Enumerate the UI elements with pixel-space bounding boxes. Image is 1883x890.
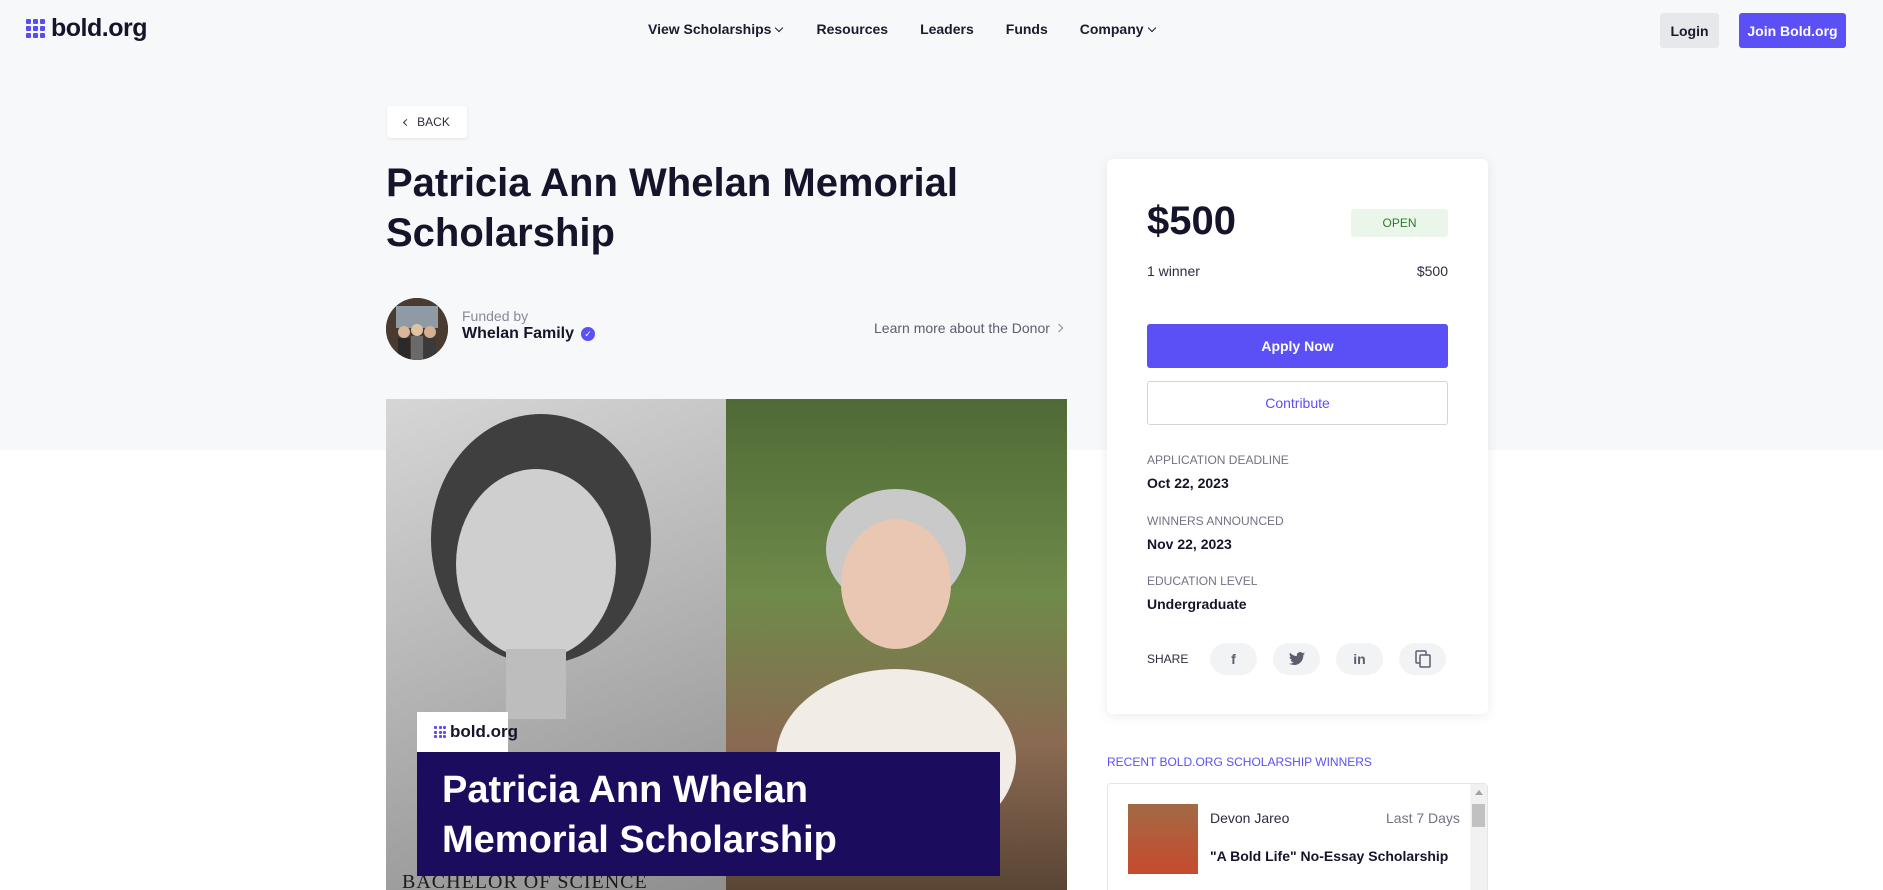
nav-label: Company (1079, 21, 1144, 37)
linkedin-icon[interactable]: in (1336, 643, 1383, 675)
award-amount: $500 (1147, 199, 1236, 243)
hero-logo-tag: bold.org (417, 712, 518, 752)
donor-link[interactable]: Learn more about the Donor (874, 320, 1064, 336)
chevron-down-icon (1147, 23, 1156, 32)
nav-label: Resources (816, 21, 889, 37)
winners-amount: $500 (1416, 263, 1448, 279)
back-label: BACK (417, 115, 450, 129)
winner-scholarship[interactable]: "A Bold Life" No-Essay Scholarship (1210, 848, 1448, 864)
hero-banner-line1: Patricia Ann Whelan (442, 769, 808, 811)
winners-count: 1 winner (1147, 263, 1200, 279)
donor-link-text: Learn more about the Donor (874, 320, 1050, 336)
nav-company[interactable]: Company (1079, 21, 1156, 37)
winner-name[interactable]: Devon Jareo (1210, 810, 1289, 826)
share-row: SHARE f in (1147, 643, 1462, 675)
winner-avatar (1128, 804, 1198, 874)
main-nav: View Scholarships Resources Leaders Fund… (648, 21, 1156, 37)
winner-time: Last 7 Days (1386, 810, 1460, 826)
scroll-thumb[interactable] (1472, 804, 1485, 827)
nav-resources[interactable]: Resources (816, 21, 888, 37)
funder-name[interactable]: Whelan Family ✓ (462, 325, 596, 343)
nav-leaders[interactable]: Leaders (920, 21, 974, 37)
site-header: bold.org View Scholarships Resources Lea… (0, 0, 1883, 60)
funder-avatar[interactable] (386, 298, 448, 360)
recent-winners-title: RECENT BOLD.ORG SCHOLARSHIP WINNERS (1107, 755, 1372, 769)
copy-icon[interactable] (1399, 643, 1446, 675)
page-title: Patricia Ann Whelan Memorial Scholarship (386, 161, 958, 255)
funded-by-label: Funded by (462, 308, 529, 324)
announced-value: Nov 22, 2023 (1147, 536, 1232, 552)
hero-banner-line2: Memorial Scholarship (442, 819, 837, 861)
nav-label: Funds (1005, 21, 1048, 37)
logo-text: bold.org (51, 14, 147, 42)
hero-banner: Patricia Ann Whelan Memorial Scholarship (417, 752, 1000, 876)
funder-photo (386, 298, 448, 360)
apply-now-button[interactable]: Apply Now (1147, 324, 1448, 368)
logo-grid-icon (26, 19, 45, 38)
recent-winners-list: Devon Jareo Last 7 Days "A Bold Life" No… (1107, 783, 1488, 890)
chevron-left-icon (403, 118, 411, 126)
join-button[interactable]: Join Bold.org (1739, 13, 1846, 48)
twitter-icon[interactable] (1273, 643, 1320, 675)
deadline-value: Oct 22, 2023 (1147, 475, 1229, 491)
list-scrollbar[interactable] (1470, 784, 1487, 890)
scroll-up-arrow-icon[interactable] (1475, 790, 1483, 795)
share-label: SHARE (1147, 652, 1189, 666)
hero-logo-text: bold.org (450, 722, 518, 741)
announced-label: WINNERS ANNOUNCED (1147, 514, 1284, 528)
status-badge: OPEN (1351, 209, 1448, 237)
facebook-icon[interactable]: f (1210, 643, 1257, 675)
logo-grid-icon (434, 726, 446, 738)
nav-label: Leaders (920, 21, 974, 37)
verified-check-icon: ✓ (581, 327, 596, 341)
back-button[interactable]: BACK (387, 106, 467, 138)
nav-label: View Scholarships (648, 21, 772, 37)
scholarship-hero-image: bold.org BACHELOR OF SCIENCE Patricia An… (386, 399, 1067, 890)
login-button[interactable]: Login (1660, 13, 1719, 48)
contribute-button[interactable]: Contribute (1147, 381, 1448, 425)
funder-name-text: Whelan Family (462, 325, 575, 342)
education-value: Undergraduate (1147, 596, 1247, 612)
winners-row: 1 winner $500 (1147, 263, 1448, 279)
nav-view-scholarships[interactable]: View Scholarships (648, 21, 784, 37)
chevron-right-icon (1054, 323, 1064, 333)
nav-funds[interactable]: Funds (1006, 21, 1048, 37)
chevron-down-icon (775, 23, 784, 32)
deadline-label: APPLICATION DEADLINE (1147, 453, 1289, 467)
education-label: EDUCATION LEVEL (1147, 574, 1258, 588)
site-logo[interactable]: bold.org (26, 14, 147, 43)
scholarship-summary-card: $500 OPEN 1 winner $500 Apply Now Contri… (1107, 159, 1488, 714)
